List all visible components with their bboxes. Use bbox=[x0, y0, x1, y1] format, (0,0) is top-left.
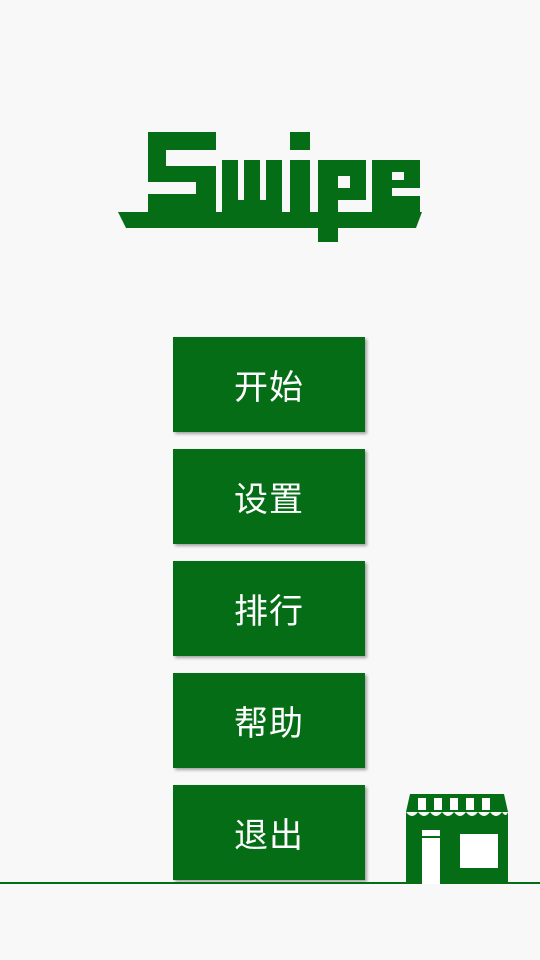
start-button[interactable]: 开始 bbox=[173, 337, 365, 432]
settings-button[interactable]: 设置 bbox=[173, 449, 365, 544]
shop-icon[interactable] bbox=[404, 788, 510, 884]
leaderboard-button[interactable]: 排行 bbox=[173, 561, 365, 656]
exit-button[interactable]: 退出 bbox=[173, 785, 365, 880]
help-button[interactable]: 帮助 bbox=[173, 673, 365, 768]
swipe-logo bbox=[118, 132, 422, 242]
main-menu: 开始 设置 排行 帮助 退出 bbox=[173, 337, 365, 897]
